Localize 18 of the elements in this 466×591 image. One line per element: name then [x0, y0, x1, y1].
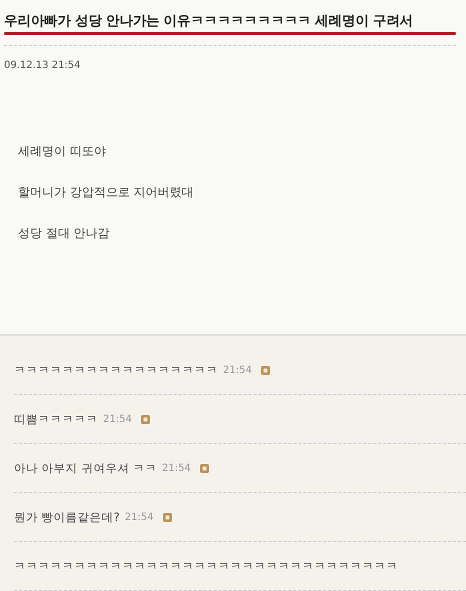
- comment-time: 21:54: [103, 414, 132, 424]
- comment-text: ㅋㅋㅋㅋㅋㅋㅋㅋㅋㅋㅋㅋㅋㅋㅋㅋㅋ: [14, 362, 218, 378]
- new-badge-icon: [200, 464, 209, 472]
- comment-text: 아나 아부지 귀여우셔 ㅋㅋ: [14, 460, 157, 476]
- comment-time: 21:54: [162, 462, 191, 474]
- new-badge-icon: [260, 366, 270, 374]
- post-date: 09.12.13 21:54: [4, 60, 82, 71]
- comment-time: 21:54: [223, 364, 252, 376]
- post-text: 할머니가 강압적으로 지어버렸대: [18, 184, 195, 201]
- post-title: 우리아빠가 성당 안나가는 이유ㅋㅋㅋㅋㅋㅋㅋㅋㅋ 세례명이 구려서: [4, 12, 414, 30]
- post-text: 성당 절대 안나감: [18, 225, 111, 242]
- comment-text: 뭔가 빵이름같은데?: [14, 510, 120, 524]
- new-badge-icon: [162, 512, 172, 522]
- comment-time: 21:54: [124, 512, 154, 522]
- post-text: 세례명이 띠또야: [18, 143, 107, 160]
- comment-text: ㅋㅋㅋㅋㅋㅋㅋㅋㅋㅋㅋㅋㅋㅋㅋㅋㅋㅋㅋㅋㅋㅋㅋㅋㅋㅋㅋㅋㅋㅋㅋㅋ: [14, 558, 398, 574]
- new-badge-icon: [140, 414, 150, 424]
- comment-text: 띠쁨ㅋㅋㅋㅋㅋ: [14, 412, 98, 426]
